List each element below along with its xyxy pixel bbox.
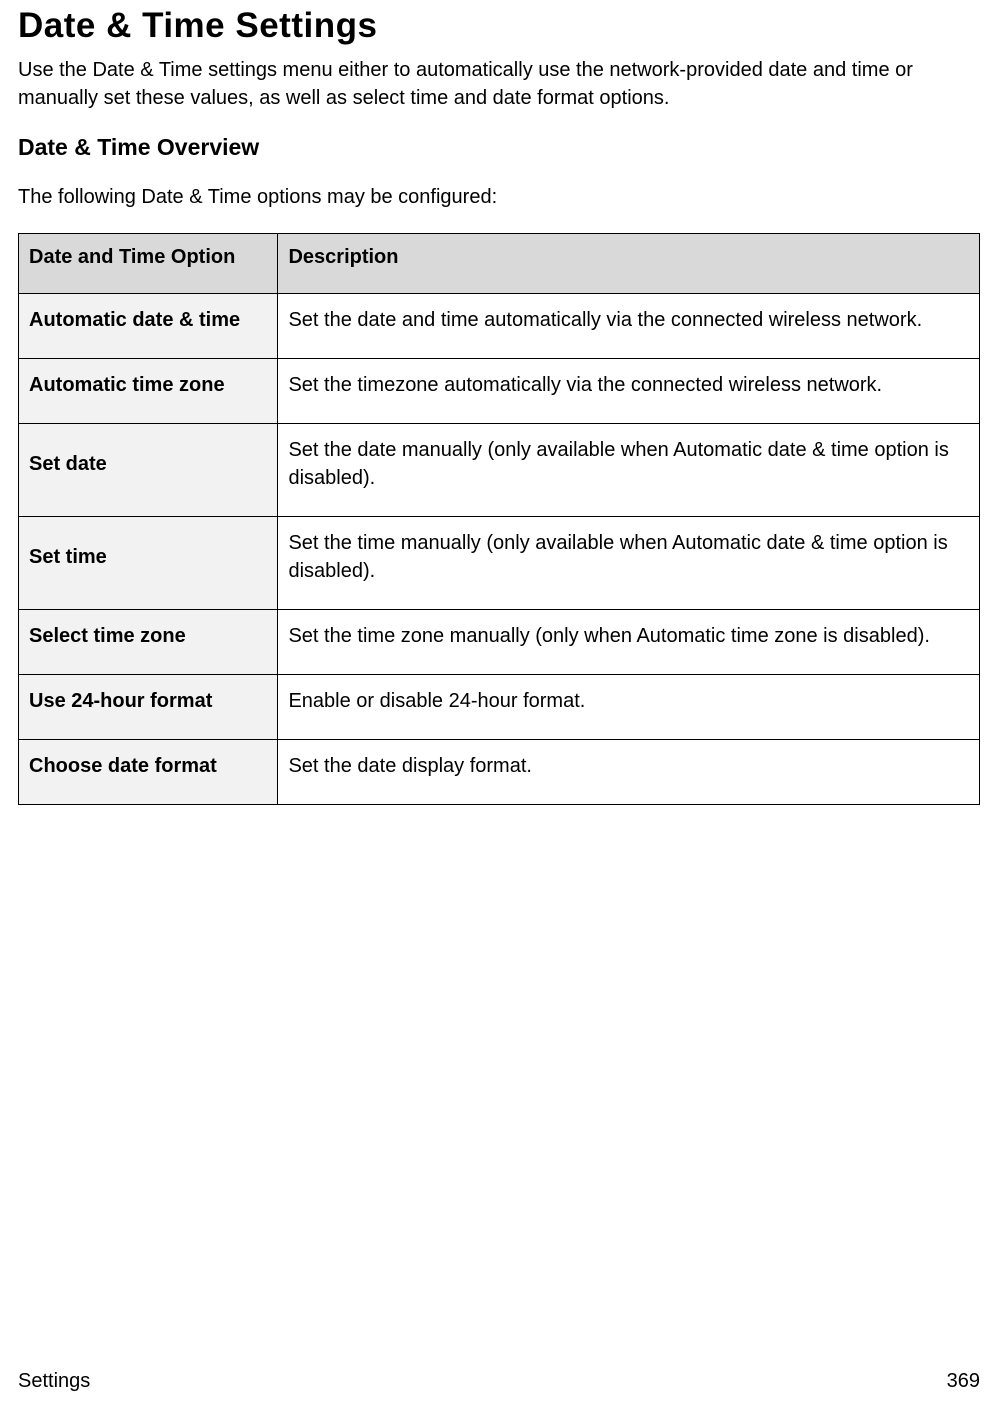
option-name: Choose date format <box>19 740 278 805</box>
option-description: Set the date display format. <box>278 740 980 805</box>
option-name: Use 24-hour format <box>19 675 278 740</box>
intro-paragraph: Use the Date & Time settings menu either… <box>18 56 980 112</box>
option-description: Set the date and time automatically via … <box>278 294 980 359</box>
table-row: Automatic date & time Set the date and t… <box>19 294 980 359</box>
option-name: Automatic date & time <box>19 294 278 359</box>
table-header-description: Description <box>278 234 980 294</box>
options-table: Date and Time Option Description Automat… <box>18 233 980 805</box>
option-description: Enable or disable 24-hour format. <box>278 675 980 740</box>
footer-page-number: 369 <box>947 1370 980 1393</box>
table-row: Set time Set the time manually (only ava… <box>19 517 980 610</box>
page-footer: Settings 369 <box>18 1370 980 1393</box>
table-row: Automatic time zone Set the timezone aut… <box>19 359 980 424</box>
table-row: Use 24-hour format Enable or disable 24-… <box>19 675 980 740</box>
table-row: Choose date format Set the date display … <box>19 740 980 805</box>
option-description: Set the date manually (only available wh… <box>278 424 980 517</box>
page-title: Date & Time Settings <box>18 6 980 46</box>
option-description: Set the timezone automatically via the c… <box>278 359 980 424</box>
option-description: Set the time manually (only available wh… <box>278 517 980 610</box>
overview-heading: Date & Time Overview <box>18 134 980 161</box>
footer-section: Settings <box>18 1370 90 1393</box>
overview-intro: The following Date & Time options may be… <box>18 183 980 211</box>
option-name: Set time <box>19 517 278 610</box>
table-row: Select time zone Set the time zone manua… <box>19 610 980 675</box>
table-header-option: Date and Time Option <box>19 234 278 294</box>
option-name: Set date <box>19 424 278 517</box>
option-name: Select time zone <box>19 610 278 675</box>
option-description: Set the time zone manually (only when Au… <box>278 610 980 675</box>
option-name: Automatic time zone <box>19 359 278 424</box>
table-row: Set date Set the date manually (only ava… <box>19 424 980 517</box>
